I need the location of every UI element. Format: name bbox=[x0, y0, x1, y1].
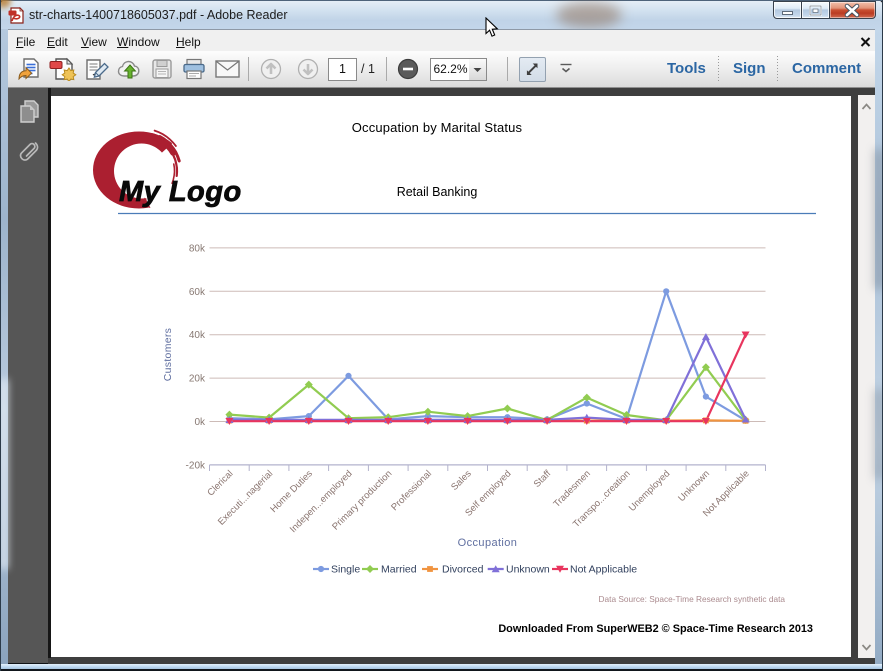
svg-text:Data Source: Space-Time Resear: Data Source: Space-Time Research synthet… bbox=[599, 594, 786, 604]
svg-text:40k: 40k bbox=[189, 330, 206, 341]
svg-text:-20k: -20k bbox=[186, 460, 206, 471]
svg-text:Occupation: Occupation bbox=[458, 537, 518, 549]
svg-text:Married: Married bbox=[381, 564, 417, 576]
svg-text:Downloaded From SuperWEB2 © Sp: Downloaded From SuperWEB2 © Space-Time R… bbox=[498, 623, 813, 635]
svg-text:60k: 60k bbox=[189, 287, 206, 298]
svg-text:Staff: Staff bbox=[532, 468, 554, 490]
svg-text:Clerical: Clerical bbox=[205, 468, 235, 498]
svg-text:Unknown: Unknown bbox=[506, 564, 550, 576]
svg-text:Retail Banking: Retail Banking bbox=[397, 185, 478, 199]
svg-text:Sales: Sales bbox=[449, 468, 474, 493]
svg-text:Unknown: Unknown bbox=[676, 468, 712, 504]
svg-text:20k: 20k bbox=[189, 374, 206, 385]
svg-text:Customers: Customers bbox=[162, 328, 174, 381]
svg-text:Not Applicable: Not Applicable bbox=[570, 564, 637, 576]
svg-text:Unemployed: Unemployed bbox=[627, 468, 672, 513]
svg-text:0k: 0k bbox=[194, 417, 206, 428]
svg-text:80k: 80k bbox=[189, 243, 206, 254]
svg-text:Occupation by Marital Status: Occupation by Marital Status bbox=[352, 120, 523, 135]
svg-text:Divorced: Divorced bbox=[442, 564, 484, 576]
svg-text:Single: Single bbox=[331, 564, 360, 576]
svg-text:Professional: Professional bbox=[389, 468, 434, 513]
svg-text:My Logo: My Logo bbox=[119, 176, 242, 208]
svg-text:Tradesmen: Tradesmen bbox=[551, 468, 593, 510]
